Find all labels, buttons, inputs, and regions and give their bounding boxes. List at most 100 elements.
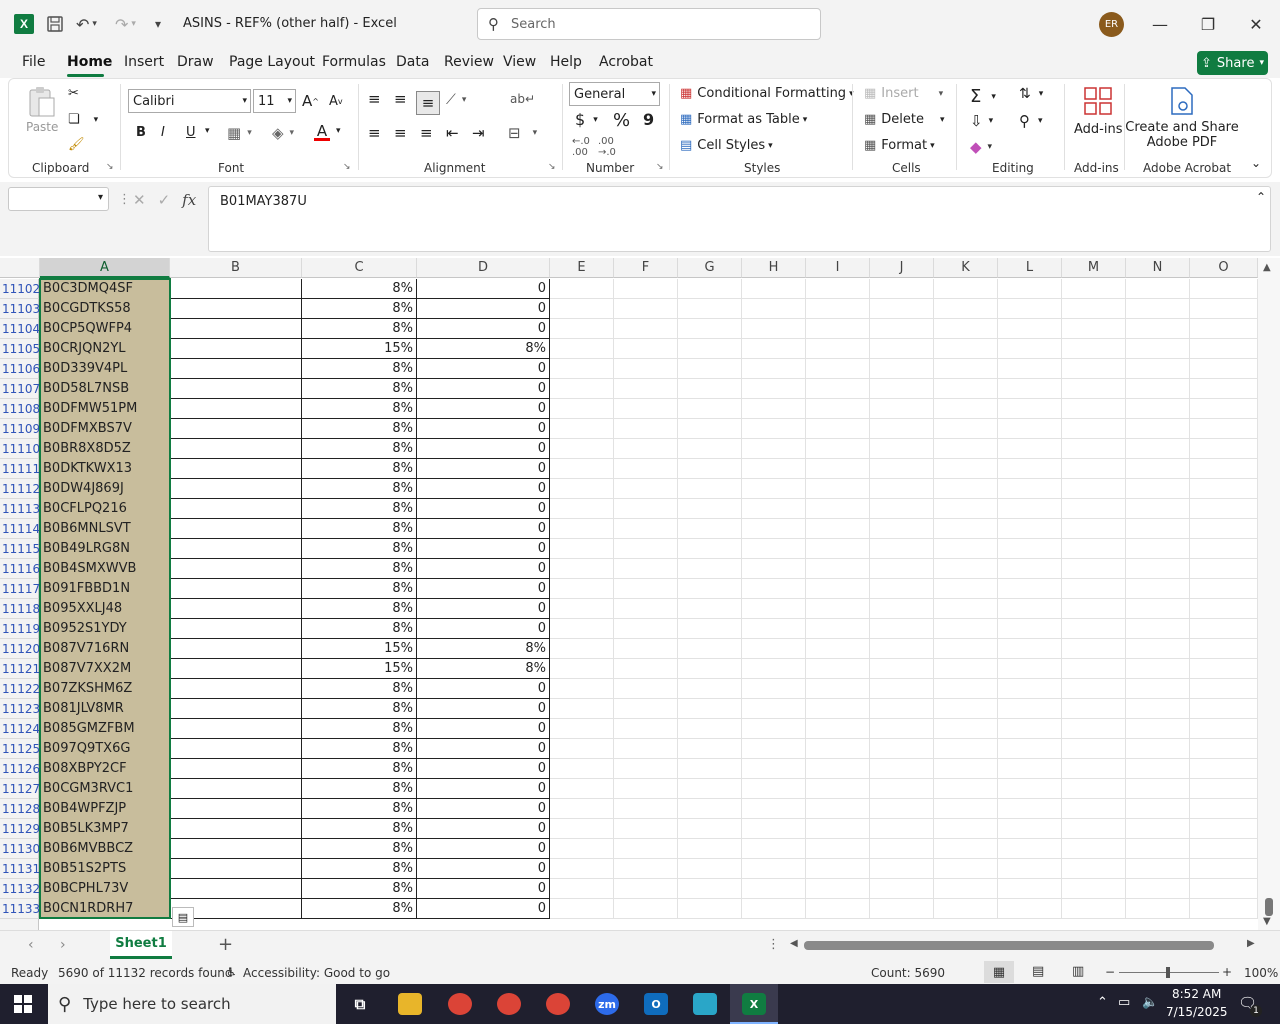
cell-empty[interactable] [1126, 899, 1190, 919]
cell-empty[interactable] [550, 539, 614, 559]
cell-empty[interactable] [998, 299, 1062, 319]
row-header[interactable]: 11128 [0, 799, 40, 819]
tab-split-handle[interactable]: ⋮ [767, 937, 780, 952]
cell-empty[interactable] [998, 679, 1062, 699]
cell-ref-percent[interactable]: 8% [302, 679, 417, 699]
cell-empty[interactable] [998, 819, 1062, 839]
cell-empty[interactable] [806, 539, 870, 559]
cell-d-value[interactable]: 0 [417, 819, 550, 839]
cell-empty[interactable] [1190, 899, 1258, 919]
cell-empty[interactable] [870, 679, 934, 699]
zoom-level[interactable]: 100% [1244, 966, 1278, 980]
font-name-select[interactable]: Calibri ▾ [128, 89, 251, 113]
cell-empty[interactable] [1126, 399, 1190, 419]
cell-b[interactable] [170, 319, 302, 339]
cell-empty[interactable] [806, 459, 870, 479]
cell-ref-percent[interactable]: 8% [302, 839, 417, 859]
cell-empty[interactable] [678, 379, 742, 399]
cell-empty[interactable] [1190, 639, 1258, 659]
cell-empty[interactable] [614, 899, 678, 919]
column-header-f[interactable]: F [614, 258, 678, 278]
cell-empty[interactable] [934, 299, 998, 319]
cell-empty[interactable] [998, 799, 1062, 819]
create-share-pdf-button[interactable]: Create and Share Adobe PDF [1125, 86, 1239, 150]
cell-asin[interactable]: B0B5LK3MP7 [40, 819, 170, 839]
chevron-down-icon[interactable]: ▾ [336, 126, 341, 136]
cell-empty[interactable] [870, 799, 934, 819]
cell-empty[interactable] [806, 679, 870, 699]
cell-d-value[interactable]: 0 [417, 319, 550, 339]
cell-empty[interactable] [614, 559, 678, 579]
cell-empty[interactable] [1190, 779, 1258, 799]
cell-empty[interactable] [1190, 619, 1258, 639]
cell-d-value[interactable]: 0 [417, 679, 550, 699]
cell-b[interactable] [170, 779, 302, 799]
cell-empty[interactable] [806, 699, 870, 719]
cell-b[interactable] [170, 579, 302, 599]
fill-icon[interactable]: ⇩ ▾ [970, 112, 993, 130]
column-header-d[interactable]: D [417, 258, 550, 278]
cell-empty[interactable] [742, 459, 806, 479]
format-cells-button[interactable]: ▦ Format ▾ [864, 138, 935, 153]
cell-empty[interactable] [1062, 499, 1126, 519]
cell-empty[interactable] [806, 819, 870, 839]
find-select-icon[interactable]: ⚲ ▾ [1019, 112, 1043, 130]
page-break-view-icon[interactable]: ▥ [1072, 964, 1084, 979]
cell-empty[interactable] [550, 779, 614, 799]
zoom-out-button[interactable]: − [1105, 965, 1115, 979]
cell-empty[interactable] [806, 899, 870, 919]
cell-empty[interactable] [1062, 399, 1126, 419]
volume-icon[interactable]: 🔈 [1142, 995, 1158, 1010]
cell-empty[interactable] [934, 839, 998, 859]
cell-asin[interactable]: B0C3DMQ4SF [40, 279, 170, 299]
column-header-m[interactable]: M [1062, 258, 1126, 278]
cell-empty[interactable] [870, 819, 934, 839]
cell-empty[interactable] [870, 399, 934, 419]
cell-empty[interactable] [998, 399, 1062, 419]
fill-color-icon[interactable]: ◈ ▾ [272, 124, 294, 142]
search-input[interactable]: ⚲ Search [477, 8, 821, 40]
cell-empty[interactable] [742, 319, 806, 339]
cell-empty[interactable] [870, 659, 934, 679]
cell-d-value[interactable]: 0 [417, 379, 550, 399]
row-header[interactable]: 11130 [0, 839, 40, 859]
cell-empty[interactable] [870, 319, 934, 339]
clear-icon[interactable]: ◆ ▾ [970, 138, 992, 156]
cell-empty[interactable] [870, 279, 934, 299]
cell-empty[interactable] [742, 499, 806, 519]
cell-empty[interactable] [742, 579, 806, 599]
autosum-icon[interactable]: Σ ▾ [970, 86, 996, 107]
tab-help[interactable]: Help [550, 54, 582, 70]
cell-empty[interactable] [614, 319, 678, 339]
cell-empty[interactable] [1062, 839, 1126, 859]
cell-empty[interactable] [1190, 719, 1258, 739]
cell-empty[interactable] [998, 439, 1062, 459]
cell-asin[interactable]: B087V7XX2M [40, 659, 170, 679]
cell-empty[interactable] [550, 639, 614, 659]
cell-empty[interactable] [998, 319, 1062, 339]
cell-asin[interactable]: B0DW4J869J [40, 479, 170, 499]
cell-empty[interactable] [550, 459, 614, 479]
tab-sheet1[interactable]: Sheet1 [110, 931, 172, 959]
cell-b[interactable] [170, 679, 302, 699]
cell-empty[interactable] [678, 299, 742, 319]
cell-empty[interactable] [1062, 639, 1126, 659]
cell-empty[interactable] [1062, 479, 1126, 499]
quick-analysis-icon[interactable]: ▤ [172, 907, 194, 927]
cell-empty[interactable] [678, 599, 742, 619]
tab-data[interactable]: Data [396, 54, 429, 70]
more-options-icon[interactable]: ⋮ [118, 192, 131, 207]
tab-page-layout[interactable]: Page Layout [229, 54, 315, 70]
cell-empty[interactable] [742, 699, 806, 719]
cell-ref-percent[interactable]: 15% [302, 639, 417, 659]
cell-empty[interactable] [1126, 639, 1190, 659]
cell-asin[interactable]: B0B6MVBBCZ [40, 839, 170, 859]
cell-b[interactable] [170, 879, 302, 899]
column-header-o[interactable]: O [1190, 258, 1258, 278]
cell-empty[interactable] [934, 799, 998, 819]
cell-empty[interactable] [742, 779, 806, 799]
decrease-indent-icon[interactable]: ⇤ [446, 124, 459, 142]
cell-empty[interactable] [550, 839, 614, 859]
cell-empty[interactable] [678, 459, 742, 479]
cell-ref-percent[interactable]: 8% [302, 479, 417, 499]
